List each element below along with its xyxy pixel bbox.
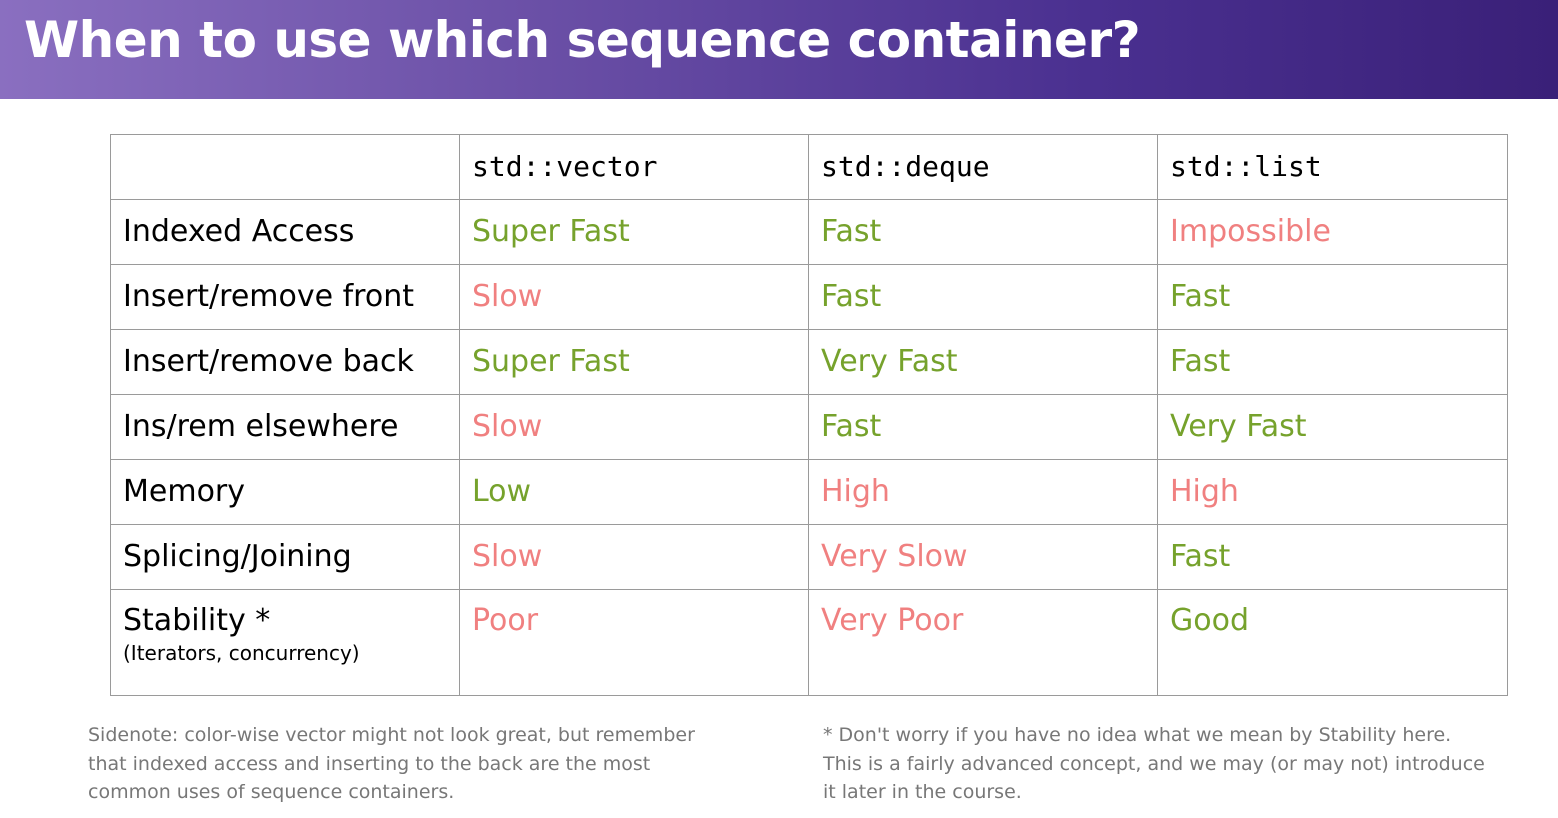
cell-list: Fast [1157,264,1508,330]
column-header-vector: std::vector [459,134,809,200]
row-label: Indexed Access [110,199,460,265]
cell-list: Fast [1157,524,1508,590]
cell-deque: High [808,459,1158,525]
cell-deque: Fast [808,199,1158,265]
cell-vector: Slow [459,264,809,330]
sidenote: Sidenote: color-wise vector might not lo… [88,724,695,803]
cell-vector: Slow [459,394,809,460]
cell-vector: Super Fast [459,199,809,265]
cell-deque: Fast [808,264,1158,330]
row-label: Insert/remove front [110,264,460,330]
cell-vector: Slow [459,524,809,590]
cell-list: Good [1157,589,1508,696]
row-sublabel: (Iterators, concurrency) [123,641,360,665]
table-row: Memory Low High High [110,459,1508,525]
column-header-deque: std::deque [808,134,1158,200]
table-row: Insert/remove front Slow Fast Fast [110,264,1508,330]
cell-deque: Very Fast [808,329,1158,395]
cell-list: Very Fast [1157,394,1508,460]
cell-list: High [1157,459,1508,525]
row-label: Ins/rem elsewhere [110,394,460,460]
cell-deque: Very Poor [808,589,1158,696]
table-row: Insert/remove back Super Fast Very Fast … [110,329,1508,395]
cell-vector: Super Fast [459,329,809,395]
page-title: When to use which sequence container? [24,11,1141,69]
row-label: Stability * [123,603,271,638]
row-label: Memory [110,459,460,525]
cell-deque: Fast [808,394,1158,460]
table-row: Indexed Access Super Fast Fast Impossibl… [110,199,1508,265]
stability-footnote: * Don't worry if you have no idea what w… [823,724,1485,803]
table-row: Ins/rem elsewhere Slow Fast Very Fast [110,394,1508,460]
column-header-list: std::list [1157,134,1508,200]
cell-list: Fast [1157,329,1508,395]
title-banner: When to use which sequence container? [0,0,1558,99]
cell-vector: Low [459,459,809,525]
cell-list: Impossible [1157,199,1508,265]
table-row: Stability * (Iterators, concurrency) Poo… [110,589,1508,696]
comparison-table: std::vector std::deque std::list Indexed… [110,134,1508,696]
row-label: Insert/remove back [110,329,460,395]
table-row: Splicing/Joining Slow Very Slow Fast [110,524,1508,590]
row-label: Splicing/Joining [110,524,460,590]
header-row: std::vector std::deque std::list [110,134,1508,200]
cell-deque: Very Slow [808,524,1158,590]
row-label-cell: Stability * (Iterators, concurrency) [110,589,460,696]
table-body: std::vector std::deque std::list Indexed… [110,134,1508,696]
corner-cell [110,134,460,200]
cell-vector: Poor [459,589,809,696]
